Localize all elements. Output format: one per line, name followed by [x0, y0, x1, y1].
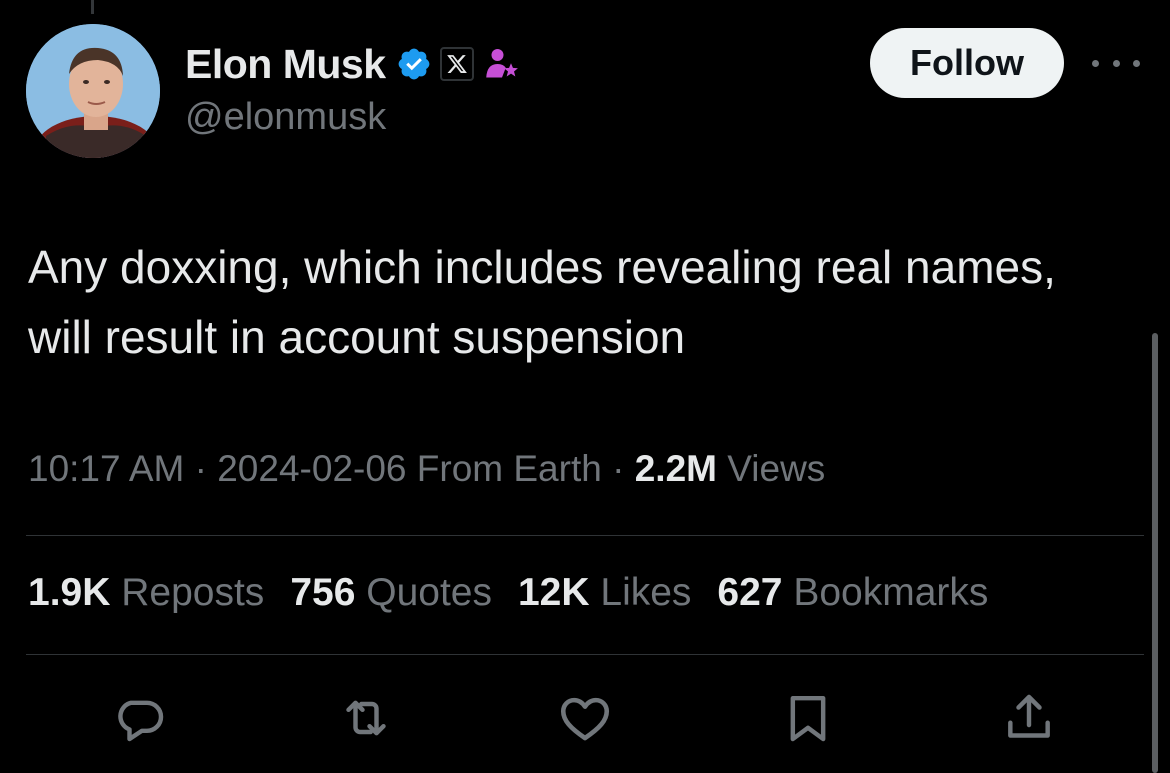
tweet-date[interactable]: 2024-02-06 [217, 448, 406, 489]
more-dot [1112, 59, 1120, 67]
affiliate-person-star-icon[interactable] [484, 46, 520, 82]
likes-count: 12K [517, 571, 590, 614]
action-bar [0, 688, 1170, 748]
quotes-count: 756 [290, 571, 356, 614]
tweet-time[interactable]: 10:17 AM [28, 448, 184, 489]
reposts-label: Reposts [121, 571, 265, 614]
share-icon [1008, 694, 1050, 738]
reply-icon [118, 700, 164, 742]
meta-separator: · [194, 448, 207, 489]
thread-connector-line [91, 0, 94, 14]
avatar[interactable] [26, 24, 160, 158]
author-name[interactable]: Elon Musk [185, 41, 386, 88]
avatar-image [26, 24, 160, 158]
divider [26, 535, 1144, 536]
likes-label: Likes [600, 571, 692, 614]
views-label: Views [727, 448, 826, 489]
verified-badge-icon[interactable] [396, 46, 432, 82]
tweet-source: From Earth [416, 448, 602, 489]
x-affiliation-badge[interactable] [439, 47, 474, 81]
bookmark-icon [790, 695, 826, 742]
more-options-icon[interactable] [1092, 48, 1140, 78]
repost-button[interactable] [336, 688, 396, 748]
scrollbar[interactable] [1152, 333, 1158, 773]
quotes-label: Quotes [366, 571, 492, 614]
engagement-stats: 1.9K Reposts 756 Quotes 12K Likes 627 Bo… [28, 571, 1014, 615]
share-button[interactable] [999, 688, 1059, 748]
more-dot [1133, 59, 1140, 67]
bookmarks-count: 627 [717, 571, 783, 614]
divider [26, 654, 1144, 655]
more-dot [1092, 59, 1099, 67]
tweet-metadata: 10:17 AM · 2024-02-06 From Earth · 2.2M … [28, 448, 825, 490]
like-icon [560, 697, 610, 741]
repost-icon [346, 700, 386, 736]
stat-reposts[interactable]: 1.9K Reposts [28, 571, 264, 615]
author-handle[interactable]: @elonmusk [185, 96, 386, 139]
stat-quotes[interactable]: 756 Quotes [290, 571, 492, 615]
follow-button[interactable]: Follow [870, 28, 1064, 98]
x-logo-icon [446, 55, 467, 73]
author-name-row: Elon Musk [185, 38, 520, 90]
reposts-count: 1.9K [28, 571, 111, 614]
bookmarks-label: Bookmarks [793, 571, 989, 614]
reply-button[interactable] [110, 688, 170, 748]
like-button[interactable] [555, 688, 615, 748]
views-count: 2.2M [634, 448, 717, 489]
bookmark-button[interactable] [778, 688, 838, 748]
stat-likes[interactable]: 12K Likes [518, 571, 691, 615]
tweet-text: Any doxxing, which includes revealing re… [28, 241, 1056, 363]
meta-separator: · [612, 448, 625, 489]
stat-bookmarks[interactable]: 627 Bookmarks [717, 571, 988, 615]
